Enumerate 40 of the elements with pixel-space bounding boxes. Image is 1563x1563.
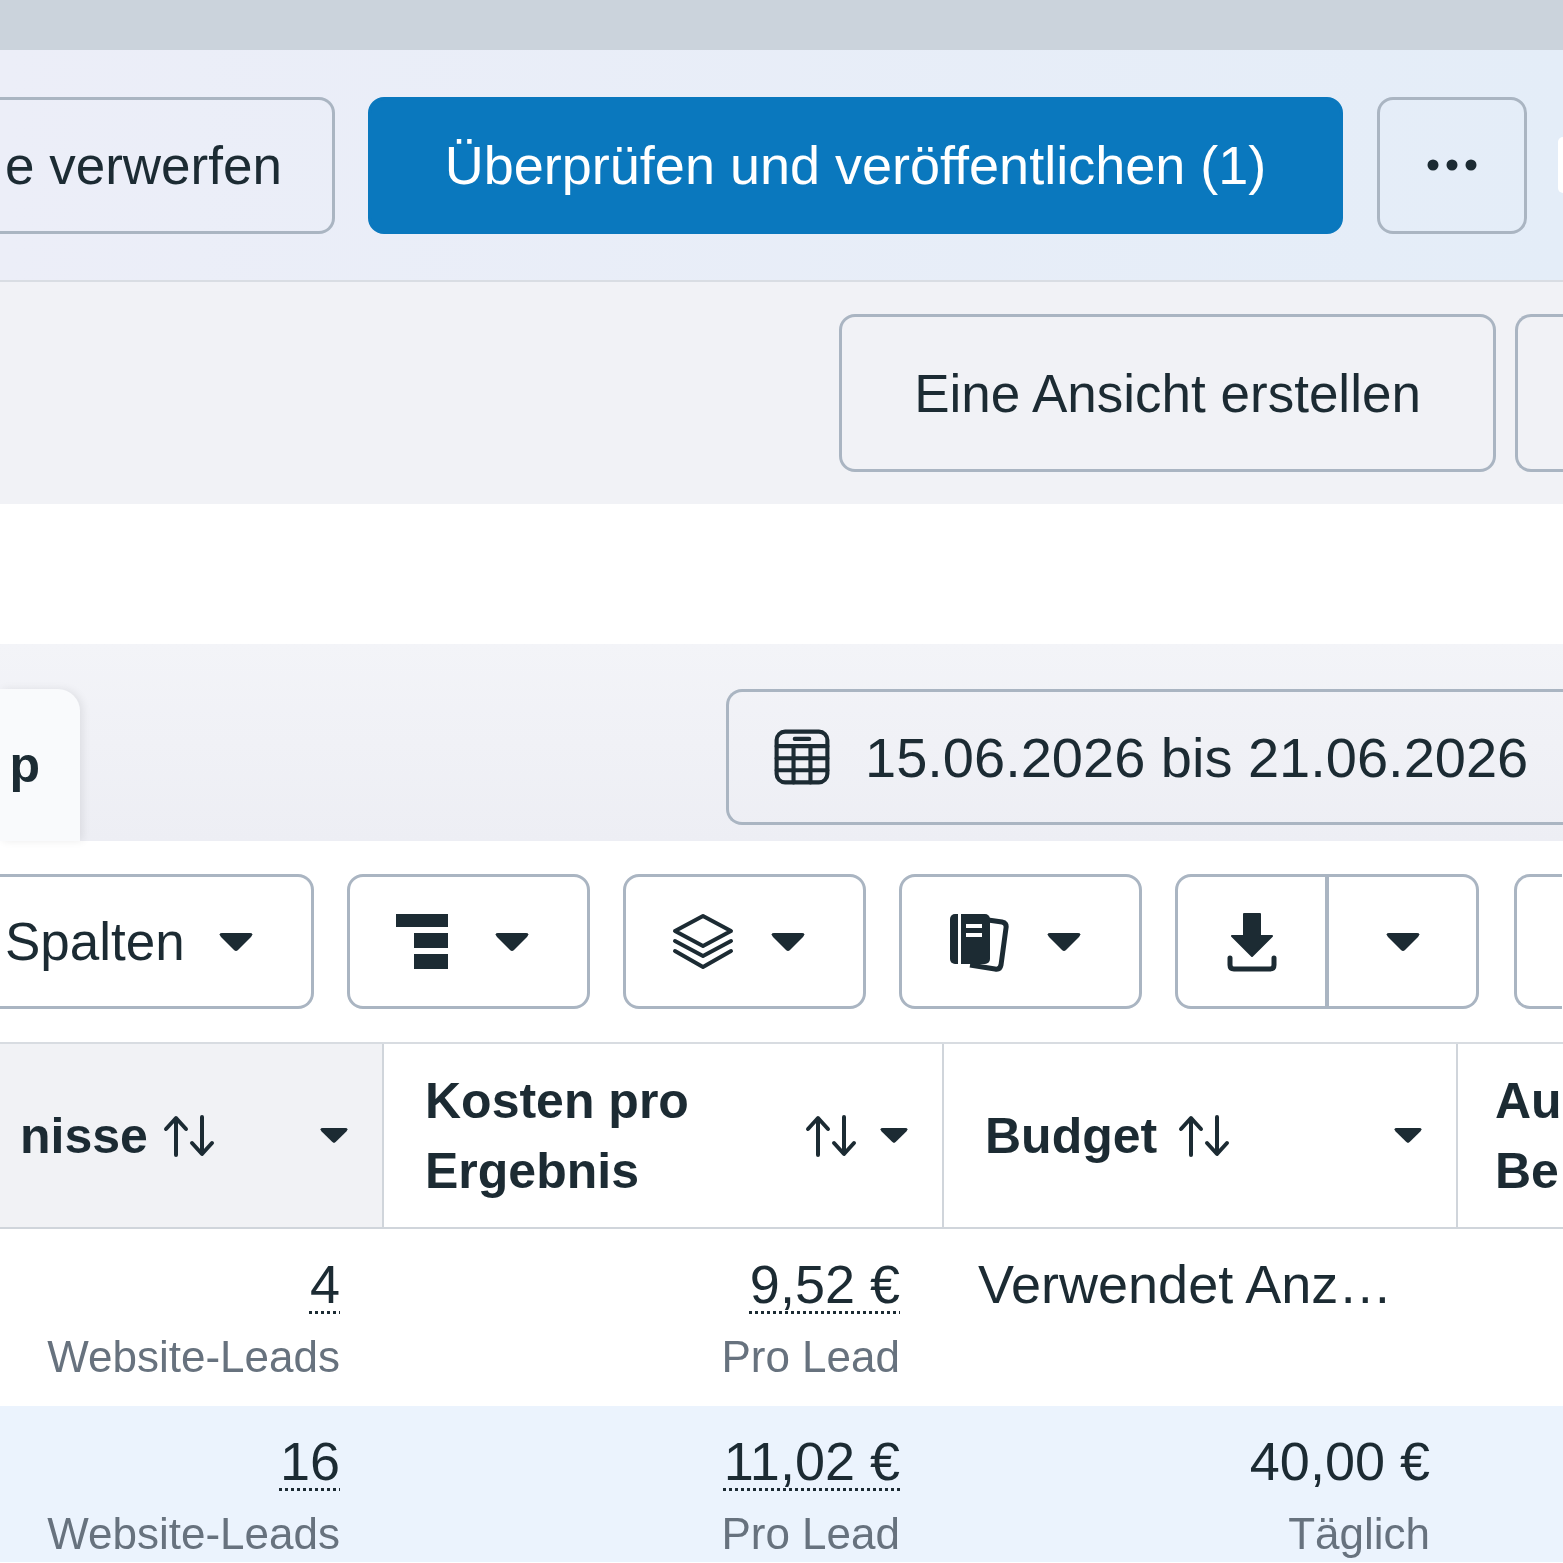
download-button[interactable] <box>1175 874 1329 1009</box>
metric-caption: Pro Lead <box>721 1331 900 1383</box>
create-view-button[interactable]: Eine Ansicht erstellen <box>839 314 1496 472</box>
caret-icon[interactable] <box>1394 1127 1422 1144</box>
column-label: Budget <box>985 1106 1158 1166</box>
calendar-icon <box>773 728 831 786</box>
metric-caption: Website-Leads <box>47 1331 340 1383</box>
metric-caption: Täglich <box>1288 1508 1430 1560</box>
more-icon <box>1427 159 1477 171</box>
download-icon <box>1225 911 1278 972</box>
table-row[interactable]: 16 Website-Leads 11,02 € Pro Lead 40,00 € Täglich <box>0 1406 1563 1562</box>
publish-button[interactable]: Überprüfen und veröffentlichen (1) <box>368 96 1343 234</box>
amount-value: 40,00 € <box>1249 1430 1430 1493</box>
layers-dropdown[interactable] <box>623 874 866 1009</box>
bars-icon <box>396 914 448 969</box>
caret-icon[interactable] <box>320 1127 348 1144</box>
metric-value: 11,02 € <box>723 1430 900 1493</box>
columns-dropdown[interactable]: Spalten <box>0 874 314 1009</box>
caret-icon <box>771 931 805 952</box>
caret-icon <box>219 931 253 952</box>
metric-value: 9,52 € <box>749 1253 900 1316</box>
metric-value: 4 <box>309 1253 340 1316</box>
caret-icon <box>495 931 529 952</box>
date-range-picker[interactable]: 15.06.2026 bis 21.06.2026 <box>726 689 1563 825</box>
reports-dropdown[interactable] <box>899 874 1142 1009</box>
tab[interactable]: p <box>0 689 80 841</box>
caret-icon <box>1385 931 1420 952</box>
documents-icon <box>948 911 1010 972</box>
metric-value: 16 <box>279 1430 340 1493</box>
caret-icon[interactable] <box>880 1127 908 1144</box>
layers-icon <box>672 912 734 971</box>
metric-caption: Website-Leads <box>47 1508 340 1560</box>
note-text: Verwendet Anz… <box>978 1253 1393 1316</box>
column-label: Au Be <box>1495 1071 1563 1201</box>
discard-button[interactable]: e verwerfen <box>0 96 335 234</box>
column-label: Kosten pro Ergebnis <box>425 1071 690 1201</box>
breakdown-dropdown[interactable] <box>347 874 590 1009</box>
caret-icon <box>1047 931 1081 952</box>
metric-caption: Pro Lead <box>721 1508 900 1560</box>
column-label: nisse <box>20 1106 148 1166</box>
